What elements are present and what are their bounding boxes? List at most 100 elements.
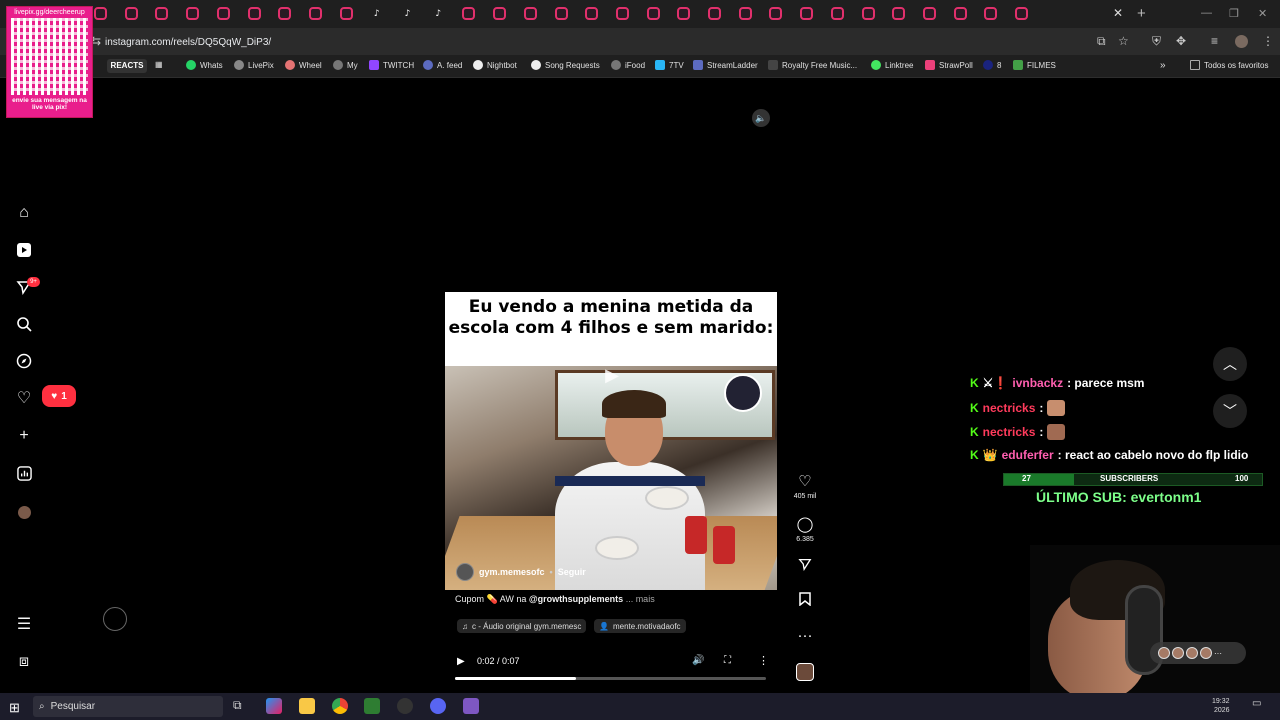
- author-avatar[interactable]: [456, 563, 474, 581]
- save-bookmark-icon[interactable]: [795, 592, 815, 610]
- instagram-tab-icon[interactable]: [339, 7, 353, 20]
- bookmark-whats[interactable]: Whats: [186, 60, 223, 70]
- tagged-user-chip[interactable]: 👤 mente.motivadaofc: [594, 619, 686, 633]
- close-tab-icon[interactable]: ✕: [1113, 6, 1123, 20]
- instagram-tab-icon[interactable]: [216, 7, 230, 20]
- system-clock[interactable]: 19:32 2026: [1212, 697, 1230, 715]
- new-tab-icon[interactable]: +: [1137, 5, 1146, 22]
- mention-link[interactable]: @growthsupplements: [529, 594, 623, 604]
- video-options-icon[interactable]: ⋮: [758, 654, 769, 667]
- bookmark-nightbot[interactable]: Nightbot: [473, 60, 517, 70]
- media-control-icon[interactable]: ≡: [1211, 34, 1218, 48]
- instagram-tab-icon[interactable]: [186, 7, 200, 20]
- bookmark-star-icon[interactable]: ☆: [1118, 34, 1129, 48]
- extensions-puzzle-icon[interactable]: ✥: [1176, 34, 1186, 48]
- bookmark-ifood[interactable]: iFood: [611, 60, 645, 70]
- reels-icon[interactable]: [14, 240, 34, 260]
- copilot-icon[interactable]: [266, 698, 282, 714]
- instagram-tab-icon[interactable]: [493, 7, 507, 20]
- instagram-tab-icon[interactable]: [953, 7, 967, 20]
- follow-button[interactable]: Seguir: [558, 567, 586, 577]
- minimize-icon[interactable]: —: [1201, 7, 1212, 19]
- create-plus-icon[interactable]: +: [14, 426, 34, 446]
- comment-icon[interactable]: ◯: [795, 515, 815, 533]
- bookmark-afeed[interactable]: A. feed: [423, 60, 462, 70]
- task-view-icon[interactable]: ⧉: [233, 698, 249, 714]
- bookmark-livepix[interactable]: LivePix: [234, 60, 274, 70]
- chrome-icon[interactable]: [332, 698, 348, 714]
- obs-icon[interactable]: [397, 698, 413, 714]
- close-window-icon[interactable]: ✕: [1258, 7, 1267, 20]
- tiktok-tab-icon[interactable]: ♪: [432, 7, 445, 20]
- bookmark-royalty[interactable]: Royalty Free Music...: [768, 60, 857, 70]
- instagram-tab-icon[interactable]: [769, 7, 783, 20]
- also-from-meta-icon[interactable]: ⧈: [14, 652, 34, 672]
- play-button[interactable]: ▶: [457, 656, 465, 667]
- instagram-tab-icon[interactable]: [278, 7, 292, 20]
- bookmark-all[interactable]: Todos os favoritos: [1190, 60, 1268, 70]
- explore-compass-icon[interactable]: [14, 351, 34, 371]
- previous-reel-chevron-up-icon[interactable]: ︿: [1213, 347, 1247, 381]
- extension-shield-icon[interactable]: ⛨: [1152, 34, 1161, 49]
- discord-icon[interactable]: [430, 698, 446, 714]
- play-overlay-icon[interactable]: ▶: [598, 365, 626, 387]
- dashboard-icon[interactable]: [14, 463, 34, 483]
- instagram-tab-icon[interactable]: [615, 7, 629, 20]
- bookmark-strawpoll[interactable]: StrawPoll: [925, 60, 973, 70]
- bookmark-streamladder[interactable]: StreamLadder: [693, 60, 758, 70]
- tiktok-tab-icon[interactable]: ♪: [370, 7, 383, 20]
- like-heart-icon[interactable]: ♡: [795, 472, 815, 490]
- windows-start-icon[interactable]: ⊞: [9, 700, 20, 716]
- search-icon[interactable]: [14, 314, 34, 334]
- instagram-tab-icon[interactable]: [124, 7, 138, 20]
- audio-thumbnail[interactable]: [796, 663, 814, 681]
- bookmark-wheel[interactable]: Wheel: [285, 60, 322, 70]
- author-username[interactable]: gym.memesofc: [479, 567, 545, 577]
- likes-notification-pill[interactable]: ♥ 1: [42, 385, 76, 407]
- instagram-tab-icon[interactable]: [861, 7, 875, 20]
- instagram-tab-icon[interactable]: [892, 7, 906, 20]
- bookmark-8[interactable]: 8: [983, 60, 1001, 70]
- instagram-tab-icon[interactable]: [677, 7, 691, 20]
- notification-center-icon[interactable]: ▭: [1252, 698, 1268, 714]
- taskbar-search[interactable]: ⌕ Pesquisar: [33, 696, 223, 717]
- instagram-tab-icon[interactable]: [984, 7, 998, 20]
- instagram-tab-icon[interactable]: [646, 7, 660, 20]
- more-link[interactable]: ... mais: [623, 594, 655, 604]
- instagram-tab-icon[interactable]: [830, 7, 844, 20]
- file-explorer-icon[interactable]: [299, 698, 315, 714]
- live-reactions-pill[interactable]: ···: [1150, 642, 1246, 664]
- menu-kebab-icon[interactable]: ⋮: [1262, 34, 1274, 48]
- instagram-tab-icon[interactable]: [800, 7, 814, 20]
- streaming-app-icon[interactable]: [364, 698, 380, 714]
- instagram-tab-icon[interactable]: [155, 7, 169, 20]
- instagram-tab-icon[interactable]: [738, 7, 752, 20]
- video-progress-bar[interactable]: [455, 677, 766, 680]
- volume-icon[interactable]: 🔊: [692, 655, 704, 666]
- profile-avatar[interactable]: [1235, 35, 1248, 48]
- apps-grid-icon[interactable]: ▦: [155, 60, 163, 69]
- fullscreen-icon[interactable]: ⛶: [724, 655, 731, 666]
- home-icon[interactable]: ⌂: [14, 203, 34, 223]
- install-app-icon[interactable]: ⧉: [1097, 34, 1106, 49]
- instagram-tab-icon[interactable]: [1015, 7, 1028, 20]
- bookmark-reacts[interactable]: REACTS: [107, 59, 147, 73]
- restore-icon[interactable]: ❐: [1229, 7, 1239, 20]
- notifications-heart-icon[interactable]: ♡: [14, 388, 34, 408]
- instagram-tab-icon[interactable]: [523, 7, 537, 20]
- profile-avatar[interactable]: [14, 502, 34, 522]
- more-menu-icon[interactable]: ☰: [14, 614, 34, 634]
- tiktok-tab-icon[interactable]: ♪: [401, 7, 414, 20]
- bookmark-7tv[interactable]: 7TV: [655, 60, 684, 70]
- instagram-tab-icon[interactable]: [922, 7, 936, 20]
- share-icon[interactable]: [795, 557, 815, 575]
- bookmark-linktree[interactable]: Linktree: [871, 60, 913, 70]
- reel-author[interactable]: gym.memesofc • Seguir: [456, 563, 586, 581]
- instagram-tab-icon[interactable]: [462, 7, 476, 20]
- url-text[interactable]: instagram.com/reels/DQ5QqW_DiP3/: [105, 37, 271, 48]
- audio-chip[interactable]: ♫ c - Áudio original gym.memesc: [457, 619, 587, 633]
- bookmark-my[interactable]: My: [333, 60, 358, 70]
- bookmark-twitch[interactable]: TWITCH: [369, 60, 414, 70]
- instagram-tab-icon[interactable]: [308, 7, 322, 20]
- bookmark-songrequests[interactable]: Song Requests: [531, 60, 600, 70]
